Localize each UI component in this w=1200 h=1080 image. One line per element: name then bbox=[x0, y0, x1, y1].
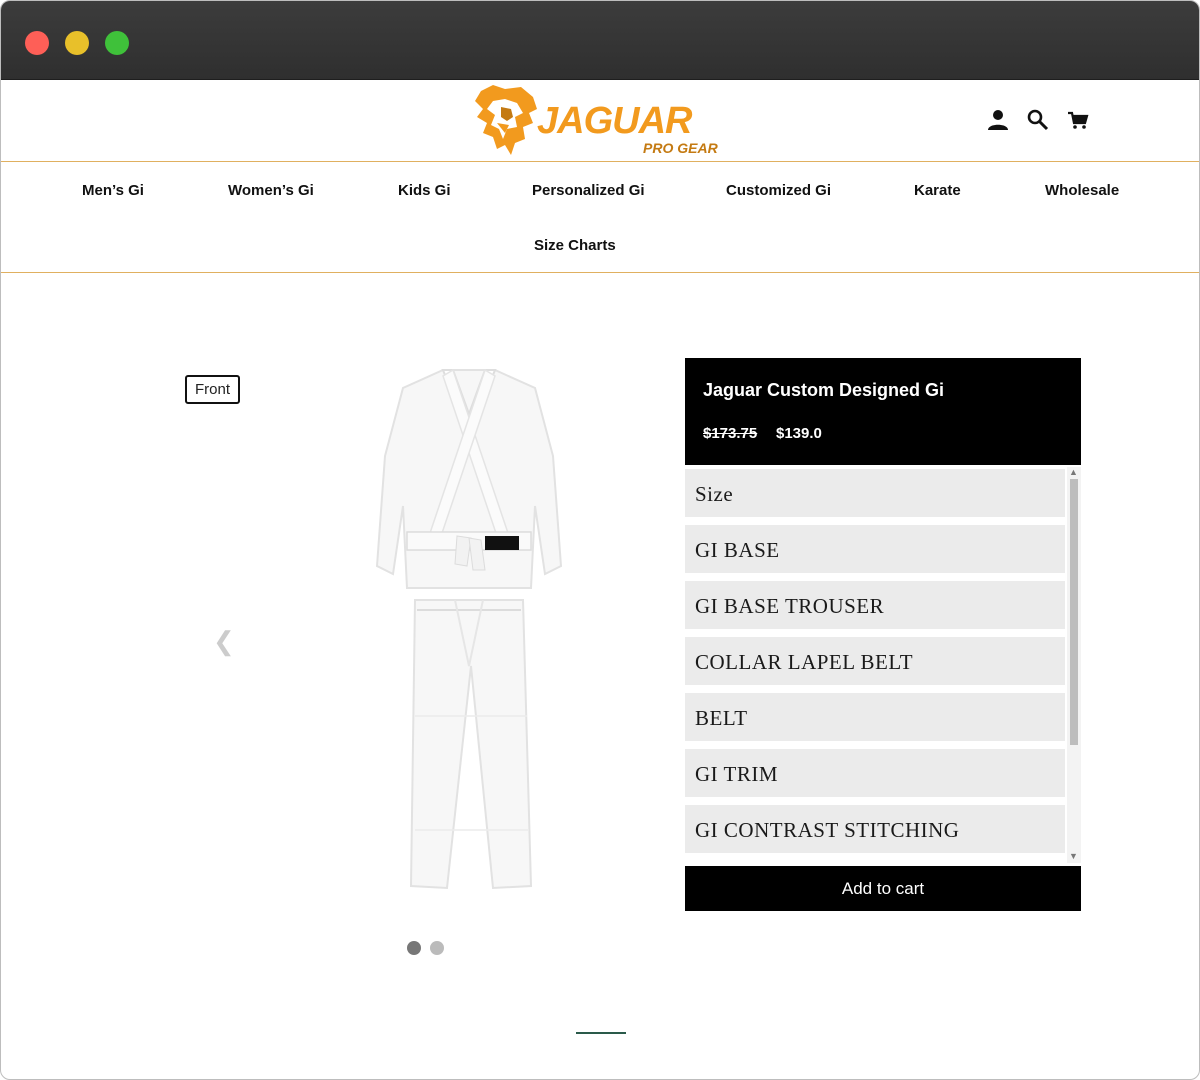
option-collar-lapel-belt[interactable]: COLLAR LAPEL BELT bbox=[685, 637, 1065, 685]
option-size[interactable]: Size bbox=[685, 469, 1065, 517]
site-header: JAGUAR PRO GEAR bbox=[1, 80, 1199, 162]
maximize-window-button[interactable] bbox=[105, 31, 129, 55]
view-label-tag[interactable]: Front bbox=[185, 375, 241, 404]
main-nav: Men’s Gi Women’s Gi Kids Gi Personalized… bbox=[1, 162, 1199, 273]
gallery-dot-1[interactable] bbox=[407, 941, 421, 955]
original-price: $173.75 bbox=[703, 425, 758, 442]
nav-size-charts[interactable]: Size Charts bbox=[534, 237, 616, 254]
section-divider bbox=[576, 1032, 626, 1034]
prev-image-arrow[interactable]: ❮ bbox=[213, 626, 235, 657]
product-gallery: Front ❮ ❯ bbox=[171, 341, 755, 961]
option-belt[interactable]: BELT bbox=[685, 693, 1065, 741]
scroll-down-icon[interactable]: ▼ bbox=[1069, 851, 1078, 861]
nav-wholesale[interactable]: Wholesale bbox=[1045, 182, 1119, 199]
nav-customized-gi[interactable]: Customized Gi bbox=[726, 182, 831, 199]
close-window-button[interactable] bbox=[25, 31, 49, 55]
cart-icon[interactable] bbox=[1066, 108, 1090, 132]
brand-name: JAGUAR bbox=[537, 100, 692, 142]
nav-kids-gi[interactable]: Kids Gi bbox=[398, 182, 451, 199]
nav-womens-gi[interactable]: Women’s Gi bbox=[228, 182, 314, 199]
add-to-cart-button[interactable]: Add to cart bbox=[685, 866, 1081, 911]
gallery-dot-2[interactable] bbox=[430, 941, 444, 955]
product-panel: Jaguar Custom Designed Gi $173.75 $139.0… bbox=[685, 358, 1081, 863]
nav-karate[interactable]: Karate bbox=[914, 182, 961, 199]
scroll-up-icon[interactable]: ▲ bbox=[1069, 467, 1078, 477]
search-icon[interactable] bbox=[1026, 108, 1050, 132]
product-title: Jaguar Custom Designed Gi bbox=[703, 380, 945, 400]
account-icon[interactable] bbox=[986, 108, 1010, 132]
brand-logo[interactable]: JAGUAR PRO GEAR bbox=[471, 83, 731, 159]
sale-price: $139.0 bbox=[776, 425, 822, 442]
options-scrollbar-thumb[interactable] bbox=[1070, 479, 1078, 745]
gi-product-image bbox=[375, 368, 563, 890]
option-gi-base[interactable]: GI BASE bbox=[685, 525, 1065, 573]
nav-personalized-gi[interactable]: Personalized Gi bbox=[532, 182, 645, 199]
browser-window: JAGUAR PRO GEAR Men’s Gi Women’s Gi Kids… bbox=[0, 0, 1200, 1080]
title-bar bbox=[1, 1, 1199, 80]
option-gi-base-trouser[interactable]: GI BASE TROUSER bbox=[685, 581, 1065, 629]
customization-options-list[interactable]: Size GI BASE GI BASE TROUSER COLLAR LAPE… bbox=[685, 467, 1081, 863]
minimize-window-button[interactable] bbox=[65, 31, 89, 55]
nav-mens-gi[interactable]: Men’s Gi bbox=[82, 182, 144, 199]
product-header: Jaguar Custom Designed Gi $173.75 $139.0 bbox=[685, 358, 1081, 465]
jaguar-head-icon bbox=[475, 85, 537, 155]
option-gi-contrast-stitching[interactable]: GI CONTRAST STITCHING bbox=[685, 805, 1065, 853]
brand-tagline: PRO GEAR bbox=[643, 140, 718, 156]
option-gi-trim[interactable]: GI TRIM bbox=[685, 749, 1065, 797]
